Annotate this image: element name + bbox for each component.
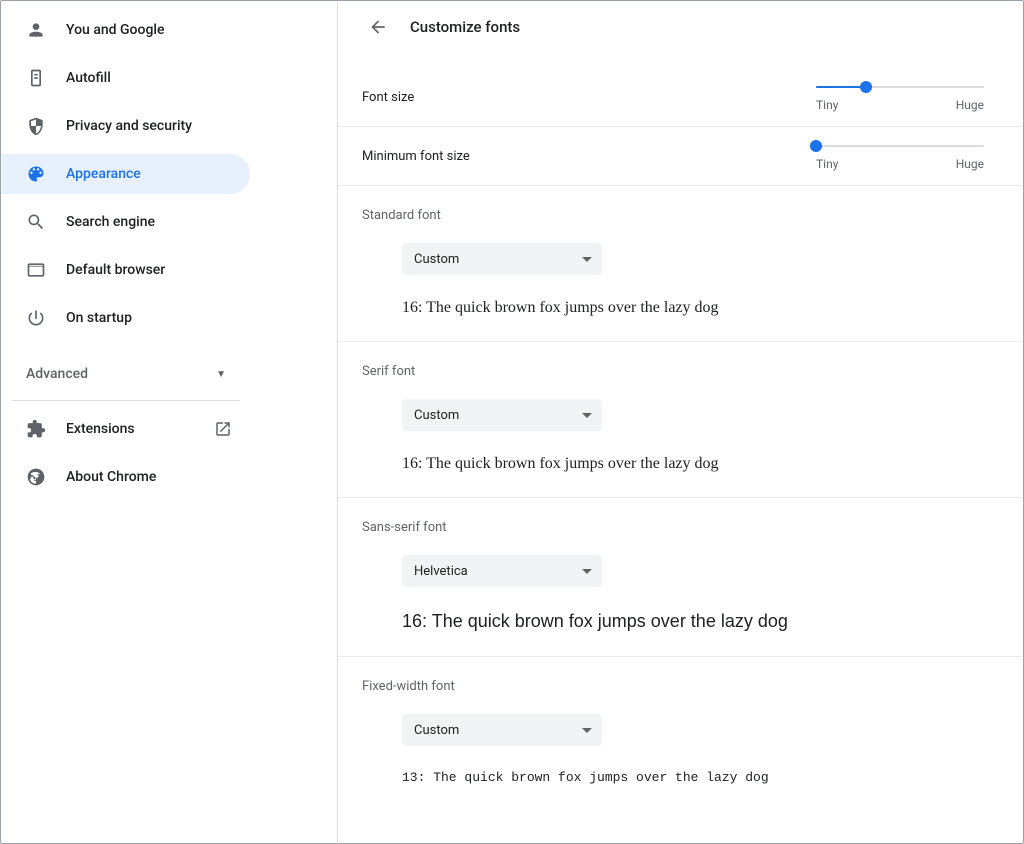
settings-card: Font size Tiny Huge Minimum font size <box>338 68 1022 803</box>
slider-labels: Tiny Huge <box>816 157 984 171</box>
dropdown-selected: Custom <box>414 252 459 267</box>
page-header: Customize fonts <box>338 2 1022 46</box>
dropdown-selected: Custom <box>414 723 459 738</box>
search-icon <box>26 212 46 232</box>
font-size-row: Font size Tiny Huge <box>338 68 1022 127</box>
sans-serif-font-sample: 16: The quick brown fox jumps over the l… <box>402 611 984 632</box>
open-in-new-icon <box>214 420 232 438</box>
fixed-width-font-title: Fixed-width font <box>362 679 984 694</box>
sidebar-item-extensions[interactable]: Extensions <box>2 409 250 449</box>
sidebar-item-label: Search engine <box>66 214 155 230</box>
standard-font-dropdown[interactable]: Custom <box>402 243 602 275</box>
person-icon <box>26 20 46 40</box>
sidebar-item-label: Autofill <box>66 70 111 86</box>
fixed-width-font-dropdown[interactable]: Custom <box>402 714 602 746</box>
power-icon <box>26 308 46 328</box>
slider-thumb[interactable] <box>860 81 872 93</box>
chevron-down-icon: ▼ <box>216 369 226 380</box>
standard-font-section: Standard font Custom 16: The quick brown… <box>338 186 1022 342</box>
slider-track <box>816 86 984 88</box>
sidebar-item-you-and-google[interactable]: You and Google <box>2 10 250 50</box>
advanced-label: Advanced <box>26 366 88 382</box>
settings-window: You and Google Autofill Privacy and secu… <box>0 0 1024 844</box>
fixed-width-font-sample: 13: The quick brown fox jumps over the l… <box>402 770 984 785</box>
sidebar-item-autofill[interactable]: Autofill <box>2 58 250 98</box>
serif-font-dropdown[interactable]: Custom <box>402 399 602 431</box>
caret-down-icon <box>582 257 592 262</box>
caret-down-icon <box>582 413 592 418</box>
shield-icon <box>26 116 46 136</box>
sidebar-item-appearance[interactable]: Appearance <box>2 154 250 194</box>
about-chrome-label: About Chrome <box>66 469 156 485</box>
sidebar-item-on-startup[interactable]: On startup <box>2 298 250 338</box>
chrome-icon <box>26 467 46 487</box>
slider-labels: Tiny Huge <box>816 98 984 112</box>
extension-icon <box>26 419 46 439</box>
sidebar-advanced-toggle[interactable]: Advanced ▼ <box>2 354 250 394</box>
sans-serif-font-section: Sans-serif font Helvetica 16: The quick … <box>338 498 1022 657</box>
autofill-icon <box>26 68 46 88</box>
dropdown-selected: Helvetica <box>414 564 468 579</box>
sidebar-item-search-engine[interactable]: Search engine <box>2 202 250 242</box>
slider-min-label: Tiny <box>816 157 838 171</box>
sidebar-item-label: On startup <box>66 310 132 326</box>
slider-fill <box>816 86 866 88</box>
min-font-size-slider[interactable]: Tiny Huge <box>816 145 984 171</box>
sidebar-item-label: Appearance <box>66 166 141 182</box>
serif-font-section: Serif font Custom 16: The quick brown fo… <box>338 342 1022 498</box>
main-panel: Customize fonts Font size Tiny Huge <box>338 2 1022 842</box>
fixed-width-font-section: Fixed-width font Custom 13: The quick br… <box>338 657 1022 803</box>
sans-serif-font-dropdown[interactable]: Helvetica <box>402 555 602 587</box>
page-title: Customize fonts <box>410 18 520 36</box>
slider-track <box>816 145 984 147</box>
sidebar-divider <box>12 400 240 401</box>
arrow-back-icon <box>368 17 388 37</box>
slider-thumb[interactable] <box>810 140 822 152</box>
min-font-size-row: Minimum font size Tiny Huge <box>338 127 1022 186</box>
slider-max-label: Huge <box>956 157 984 171</box>
slider-min-label: Tiny <box>816 98 838 112</box>
sidebar-item-label: You and Google <box>66 22 164 38</box>
back-button[interactable] <box>362 11 394 43</box>
sidebar-item-privacy[interactable]: Privacy and security <box>2 106 250 146</box>
sidebar: You and Google Autofill Privacy and secu… <box>2 2 338 844</box>
browser-icon <box>26 260 46 280</box>
caret-down-icon <box>582 728 592 733</box>
sans-serif-font-title: Sans-serif font <box>362 520 984 535</box>
palette-icon <box>26 164 46 184</box>
sidebar-item-about-chrome[interactable]: About Chrome <box>2 457 250 497</box>
font-size-label: Font size <box>362 86 414 105</box>
serif-font-sample: 16: The quick brown fox jumps over the l… <box>402 455 984 473</box>
caret-down-icon <box>582 569 592 574</box>
standard-font-sample: 16: The quick brown fox jumps over the l… <box>402 299 984 317</box>
serif-font-title: Serif font <box>362 364 984 379</box>
standard-font-title: Standard font <box>362 208 984 223</box>
font-size-slider[interactable]: Tiny Huge <box>816 86 984 112</box>
slider-max-label: Huge <box>956 98 984 112</box>
dropdown-selected: Custom <box>414 408 459 423</box>
min-font-size-label: Minimum font size <box>362 145 470 164</box>
sidebar-item-default-browser[interactable]: Default browser <box>2 250 250 290</box>
sidebar-item-label: Privacy and security <box>66 118 192 134</box>
extensions-label: Extensions <box>66 421 135 437</box>
sidebar-item-label: Default browser <box>66 262 165 278</box>
